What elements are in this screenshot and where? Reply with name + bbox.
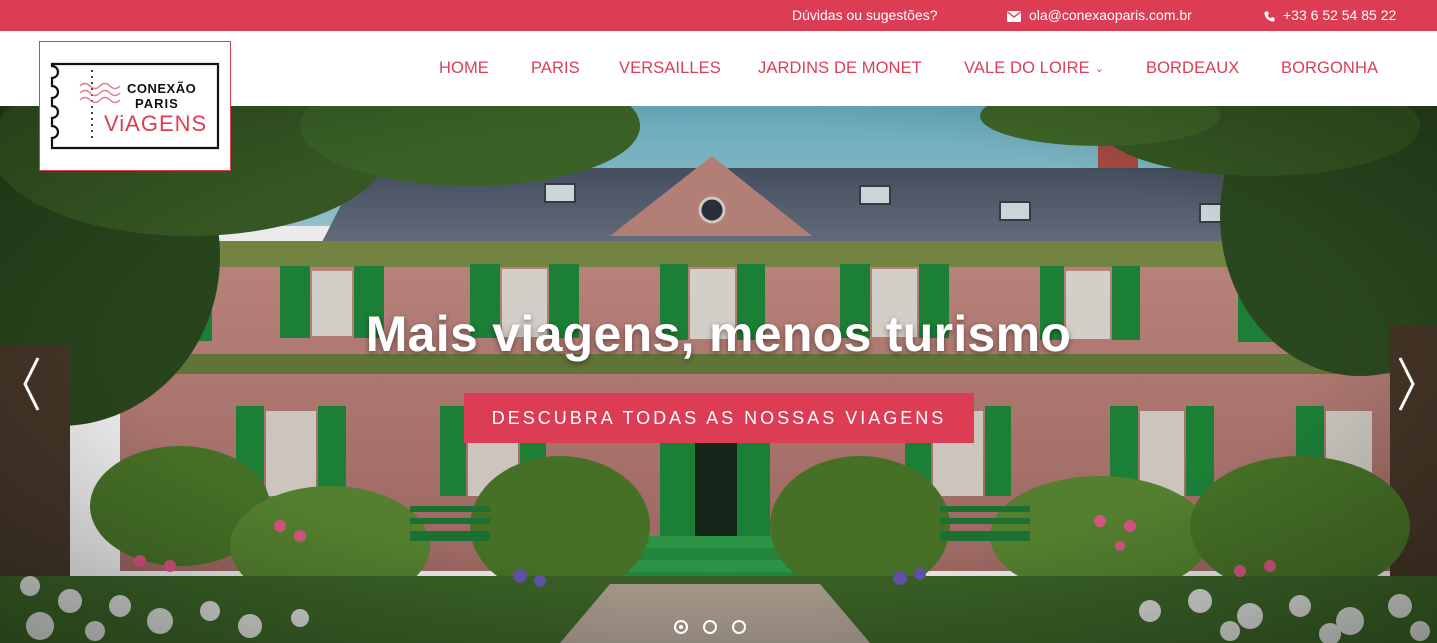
top-contact-bar: Dúvidas ou sugestões? ola@conexaoparis.c… bbox=[0, 0, 1437, 31]
email-text: ola@conexaoparis.com.br bbox=[1029, 7, 1192, 23]
site-logo[interactable]: CONEXÃO PARIS ViAGENS bbox=[39, 41, 231, 171]
nav-vale-do-loire-label: VALE DO LOIRE bbox=[964, 59, 1090, 77]
slide-dot-3[interactable] bbox=[732, 620, 746, 634]
chevron-down-icon: ⌄ bbox=[1094, 63, 1105, 75]
feedback-link[interactable]: Dúvidas ou sugestões? bbox=[792, 0, 938, 31]
nav-borgonha[interactable]: BORGONHA bbox=[1281, 31, 1378, 106]
logo-text-viagens: ViAGENS bbox=[104, 111, 207, 136]
nav-vale-do-loire[interactable]: VALE DO LOIRE ⌄ bbox=[964, 31, 1104, 106]
hero-background-image bbox=[0, 106, 1437, 643]
envelope-icon bbox=[1007, 11, 1021, 22]
slide-dot-1[interactable] bbox=[674, 620, 688, 634]
slide-dot-2[interactable] bbox=[703, 620, 717, 634]
logo-text-paris: PARIS bbox=[135, 96, 179, 111]
hero-slider: Mais viagens, menos turismo DESCUBRA TOD… bbox=[0, 106, 1437, 643]
phone-icon bbox=[1264, 11, 1275, 22]
discover-trips-button[interactable]: DESCUBRA TODAS AS NOSSAS VIAGENS bbox=[464, 393, 974, 443]
phone-link[interactable]: +33 6 52 54 85 22 bbox=[1264, 0, 1396, 31]
hero-title: Mais viagens, menos turismo bbox=[365, 306, 1072, 362]
chevron-left-icon[interactable] bbox=[20, 356, 42, 412]
nav-paris[interactable]: PARIS bbox=[531, 31, 580, 106]
chevron-right-icon[interactable] bbox=[1396, 356, 1418, 412]
email-link[interactable]: ola@conexaoparis.com.br bbox=[1007, 0, 1192, 31]
logo-text-conexao: CONEXÃO bbox=[127, 81, 196, 96]
nav-jardins-de-monet[interactable]: JARDINS DE MONET bbox=[758, 31, 922, 106]
logo-ticket-graphic: CONEXÃO PARIS ViAGENS bbox=[50, 62, 220, 150]
nav-versailles[interactable]: VERSAILLES bbox=[619, 31, 721, 106]
nav-bordeaux[interactable]: BORDEAUX bbox=[1146, 31, 1239, 106]
nav-home[interactable]: HOME bbox=[439, 31, 489, 106]
phone-text: +33 6 52 54 85 22 bbox=[1283, 7, 1397, 23]
